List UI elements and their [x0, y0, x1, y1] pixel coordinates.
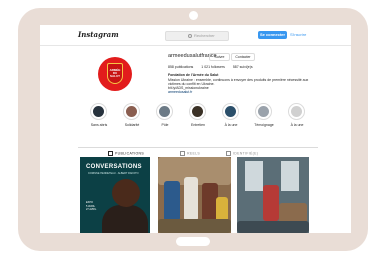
tab-tagged[interactable]: IDENTIFIÉ(E) — [226, 151, 258, 156]
bio-name: Fondation de l'Armée du Salut — [168, 73, 219, 77]
contact-button[interactable]: Contacter — [231, 53, 255, 61]
post-thumbnail[interactable] — [237, 157, 309, 233]
post-floor — [237, 221, 309, 233]
posts-count: 858 publications — [168, 65, 194, 69]
profile-avatar[interactable]: ARMÉE DU SALUT — [98, 57, 132, 91]
highlight-thumbnail — [258, 106, 269, 117]
tablet-camera — [189, 11, 198, 20]
bio-website-link[interactable]: armeedusalut.fr — [168, 90, 192, 94]
highlight-thumbnail — [291, 106, 302, 117]
tabs-divider — [78, 147, 318, 148]
signup-link[interactable]: S'inscrire — [290, 31, 306, 39]
following-count[interactable]: 587 suivi(e)s — [233, 65, 253, 69]
login-button[interactable]: Se connecter — [258, 31, 287, 39]
highlight-label: À la une — [290, 123, 304, 127]
story-highlight[interactable] — [90, 103, 107, 120]
highlight-label: À la une — [224, 123, 238, 127]
top-navigation-bar: Instagram Rechercher Se connecter S'insc… — [40, 25, 351, 46]
highlight-thumbnail — [93, 106, 104, 117]
tablet-home-button[interactable] — [176, 237, 210, 246]
highlight-thumbnail — [192, 106, 203, 117]
post-window — [281, 161, 299, 191]
post-thumbnail[interactable] — [158, 157, 231, 233]
story-highlight[interactable] — [123, 103, 140, 120]
post-person — [184, 177, 198, 221]
profile-stats: 858 publications 1 021 followers 587 sui… — [168, 65, 260, 69]
post-title: CONVERSATIONS — [86, 164, 142, 170]
highlight-label: Entretien — [190, 123, 205, 127]
post-person-body — [102, 205, 148, 233]
search-placeholder: Rechercher — [194, 33, 215, 38]
post-ground — [158, 219, 231, 233]
highlight-label: Sans abris — [90, 123, 108, 127]
highlight-thumbnail — [225, 106, 236, 117]
tab-reels[interactable]: REELS — [180, 151, 200, 156]
reels-icon — [180, 151, 185, 156]
post-person-head — [112, 179, 140, 207]
highlight-label: Témoignage — [254, 123, 274, 127]
story-highlight[interactable] — [255, 103, 272, 120]
search-input[interactable]: Rechercher — [165, 31, 229, 41]
post-thumbnail[interactable]: CONVERSATIONS CORINNE HENNETEAU · ALBERT… — [80, 157, 150, 233]
tagged-icon — [226, 151, 231, 156]
follow-button[interactable]: Suivre — [209, 53, 230, 61]
search-icon — [188, 33, 192, 38]
instagram-logo[interactable]: Instagram — [78, 30, 119, 39]
grid-icon — [108, 151, 113, 156]
story-highlight[interactable] — [189, 103, 206, 120]
highlight-thumbnail — [159, 106, 170, 117]
post-person — [164, 181, 180, 221]
instagram-screen: Instagram Rechercher Se connecter S'insc… — [40, 25, 351, 233]
highlight-label: Solidarité — [124, 123, 140, 127]
tab-publications[interactable]: PUBLICATIONS — [108, 151, 144, 156]
story-highlight[interactable] — [156, 103, 173, 120]
post-person — [263, 185, 279, 221]
salvation-army-shield-icon: ARMÉE DU SALUT — [107, 63, 123, 84]
post-subtitle: CORINNE HENNETEAU · ALBERT RAKOTO — [88, 172, 139, 175]
highlight-label: Pôle — [161, 123, 169, 127]
highlight-thumbnail — [126, 106, 137, 117]
story-highlight[interactable] — [222, 103, 239, 120]
story-highlight[interactable] — [288, 103, 305, 120]
post-window — [245, 161, 263, 191]
post-side-text: EXPO 5 AVRIL 27 AVRIL — [86, 201, 97, 211]
followers-count[interactable]: 1 021 followers — [201, 65, 225, 69]
